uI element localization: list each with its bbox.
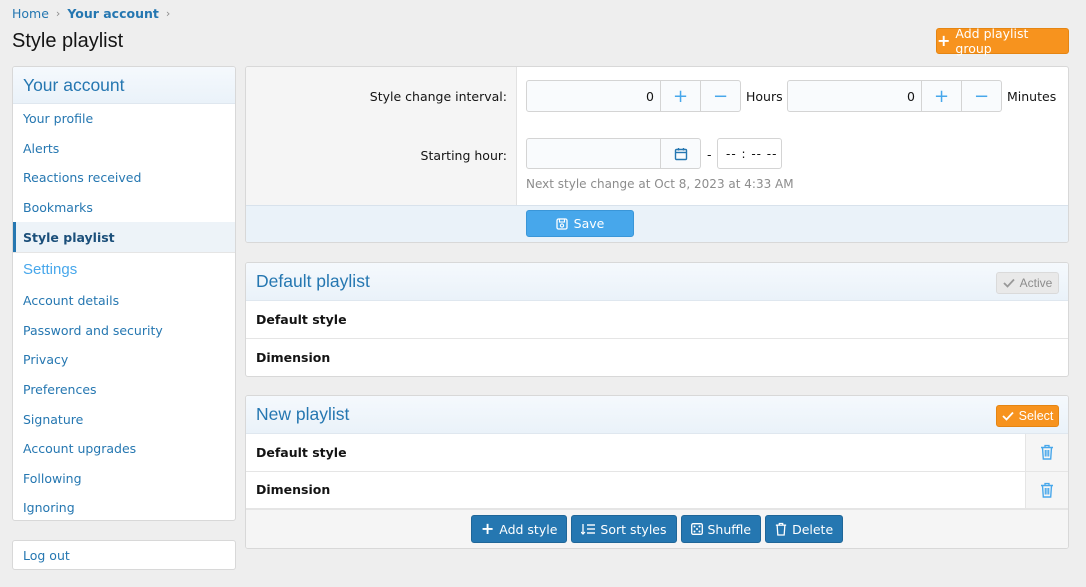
- sidebar-item-privacy[interactable]: Privacy: [13, 345, 235, 375]
- minutes-increment-button[interactable]: +: [921, 81, 961, 111]
- hours-stepper: 0 + −: [526, 80, 741, 112]
- plus-icon: +: [937, 31, 951, 50]
- dice-icon: [690, 523, 703, 535]
- checkmark-icon: [1001, 411, 1014, 421]
- trash-icon: [775, 522, 787, 536]
- delete-style-button[interactable]: [1025, 434, 1068, 471]
- playlist-settings-form: Style change interval: Starting hour: 0 …: [245, 66, 1069, 243]
- delete-label: Delete: [792, 521, 834, 537]
- style-name: Default style: [256, 311, 347, 327]
- sidebar-item-style-playlist[interactable]: Style playlist: [13, 222, 235, 252]
- list-item: Dimension: [246, 339, 1068, 377]
- select-label: Select: [1018, 409, 1054, 423]
- sidebar-item-bookmarks[interactable]: Bookmarks: [13, 193, 235, 223]
- hours-unit: Hours: [746, 89, 783, 104]
- hours-input[interactable]: 0: [527, 81, 660, 111]
- active-badge: Active: [996, 272, 1059, 294]
- next-change-hint: Next style change at Oct 8, 2023 at 4:33…: [526, 177, 794, 191]
- sidebar-item-preferences[interactable]: Preferences: [13, 375, 235, 405]
- interval-label: Style change interval:: [369, 89, 507, 104]
- playlist-block-new: New playlist Select Default style Dimens…: [245, 395, 1069, 549]
- style-name: Default style: [256, 444, 347, 460]
- minutes-input[interactable]: 0: [788, 81, 921, 111]
- playlist-header: Default playlist Active: [246, 263, 1068, 301]
- delete-playlist-button[interactable]: Delete: [765, 515, 844, 543]
- sidebar-item-password-security[interactable]: Password and security: [13, 316, 235, 346]
- add-style-button[interactable]: + Add style: [470, 515, 568, 543]
- save-button[interactable]: Save: [526, 210, 634, 237]
- shuffle-label: Shuffle: [707, 521, 752, 537]
- breadcrumb: Home › Your account ›: [12, 6, 177, 21]
- chevron-right-icon: ›: [165, 7, 171, 20]
- sidebar-title: Your account: [13, 67, 235, 104]
- sidebar-item-account-details[interactable]: Account details: [13, 286, 235, 316]
- plus-icon: +: [933, 85, 950, 107]
- style-name: Dimension: [256, 482, 331, 498]
- sort-styles-label: Sort styles: [600, 521, 667, 537]
- form-footer: [246, 205, 1068, 242]
- minutes-unit: Minutes: [1007, 89, 1057, 104]
- sidebar-settings-heading: Settings: [13, 251, 235, 286]
- active-badge-label: Active: [1019, 276, 1053, 290]
- chevron-right-icon: ›: [55, 7, 61, 20]
- minutes-decrement-button[interactable]: −: [961, 81, 1001, 111]
- style-name: Dimension: [256, 349, 331, 365]
- sort-styles-button[interactable]: Sort styles: [571, 515, 677, 543]
- sidebar-item-following[interactable]: Following: [13, 464, 235, 494]
- minutes-stepper: 0 + −: [787, 80, 1002, 112]
- add-playlist-group-button[interactable]: + Add playlist group: [936, 26, 1069, 56]
- calendar-icon[interactable]: [660, 139, 700, 168]
- page-title: Style playlist: [12, 30, 124, 52]
- select-playlist-button[interactable]: Select: [996, 405, 1059, 427]
- add-style-label: Add style: [499, 521, 558, 537]
- trash-icon: [1041, 445, 1053, 460]
- save-label: Save: [573, 216, 605, 231]
- plus-icon: +: [480, 519, 495, 538]
- sort-list-icon: [581, 523, 596, 535]
- logout-link[interactable]: Log out: [12, 540, 236, 570]
- sidebar-item-ignoring[interactable]: Ignoring: [13, 493, 235, 520]
- form-labels-column: Style change interval: Starting hour:: [246, 67, 517, 205]
- delete-style-button[interactable]: [1025, 471, 1068, 508]
- list-item: Default style: [246, 434, 1068, 472]
- account-sidebar: Your account Your profile Alerts Reactio…: [12, 66, 236, 521]
- playlist-block-default: Default playlist Active Default style Di…: [245, 262, 1069, 377]
- list-item: Dimension: [246, 471, 1068, 509]
- playlist-title: Default playlist: [256, 271, 370, 291]
- playlist-title: New playlist: [256, 404, 350, 424]
- list-item: Default style: [246, 301, 1068, 339]
- sidebar-item-alerts[interactable]: Alerts: [13, 134, 235, 164]
- shuffle-button[interactable]: Shuffle: [680, 515, 762, 543]
- save-icon: [556, 217, 568, 230]
- sidebar-item-your-profile[interactable]: Your profile: [13, 104, 235, 134]
- checkmark-icon: [1003, 278, 1015, 288]
- minus-icon: −: [712, 85, 729, 107]
- playlist-header: New playlist Select: [246, 396, 1068, 434]
- trash-icon: [1041, 482, 1053, 498]
- hours-increment-button[interactable]: +: [660, 81, 700, 111]
- plus-icon: +: [672, 85, 689, 107]
- breadcrumb-home[interactable]: Home: [12, 6, 49, 21]
- breadcrumb-your-account[interactable]: Your account: [67, 6, 159, 21]
- sidebar-item-signature[interactable]: Signature: [13, 404, 235, 434]
- start-date-input[interactable]: [527, 139, 660, 168]
- start-time-input[interactable]: -- : -- --: [717, 138, 782, 169]
- starting-hour-label: Starting hour:: [420, 148, 507, 163]
- sidebar-item-account-upgrades[interactable]: Account upgrades: [13, 434, 235, 464]
- date-time-separator: -: [707, 147, 712, 162]
- hours-decrement-button[interactable]: −: [700, 81, 740, 111]
- add-playlist-group-label: Add playlist group: [955, 26, 1029, 56]
- sidebar-item-reactions-received[interactable]: Reactions received: [13, 163, 235, 193]
- minus-icon: −: [973, 85, 990, 107]
- start-date-picker: [526, 138, 701, 169]
- playlist-actions: + Add style Sort styles Shuffle Delete: [246, 509, 1068, 548]
